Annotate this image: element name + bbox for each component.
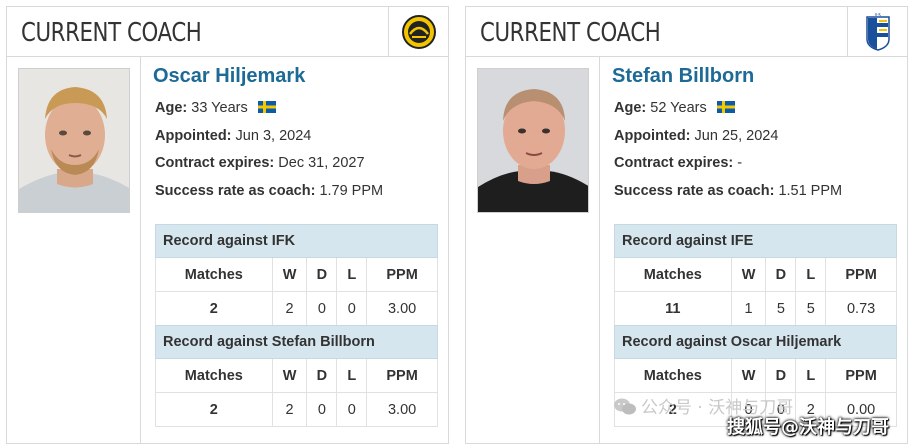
card-header: CURRENT COACH IFK <box>466 7 907 57</box>
record-section-title: Record against Stefan Billborn <box>155 325 438 359</box>
table-row: 2 2 0 0 3.00 <box>155 392 438 427</box>
coach-photo <box>18 68 130 213</box>
appointed-value: Jun 3, 2024 <box>235 128 312 144</box>
col-header-l: L <box>336 257 368 292</box>
col-header-w: W <box>271 257 308 292</box>
wins-cell: 2 <box>271 291 308 326</box>
age-label: Age: <box>614 100 647 116</box>
coach-success-rate: Success rate as coach: 1.79 PPM <box>155 183 383 199</box>
coach-appointed: Appointed: Jun 3, 2024 <box>155 128 311 144</box>
card-header: CURRENT COACH <box>7 7 448 57</box>
col-header-matches: Matches <box>155 257 273 292</box>
wins-cell: 1 <box>730 291 767 326</box>
col-header-l: L <box>795 257 827 292</box>
coach-card-right: CURRENT COACH IFK Stefan Billborn Age: 5… <box>465 6 908 444</box>
coach-name-link[interactable]: Oscar Hiljemark <box>153 65 305 88</box>
col-header-l: L <box>795 358 827 393</box>
sohu-watermark: 搜狐号@沃神与刀哥 <box>727 417 889 438</box>
success-label: Success rate as coach: <box>614 183 775 199</box>
matches-link[interactable]: 2 <box>155 291 273 326</box>
losses-cell: 0 <box>336 291 368 326</box>
coach-name-link[interactable]: Stefan Billborn <box>612 65 754 88</box>
col-header-ppm: PPM <box>366 358 438 393</box>
table-row: 2 2 0 0 3.00 <box>155 291 438 326</box>
photo-column <box>7 57 141 443</box>
svg-text:IFK: IFK <box>874 13 880 17</box>
coach-contract: Contract expires: Dec 31, 2027 <box>155 155 365 171</box>
coach-portrait-image <box>478 69 588 212</box>
losses-cell: 0 <box>336 392 368 427</box>
photo-column <box>466 57 600 443</box>
coach-photo <box>477 68 589 213</box>
club-logo-link[interactable] <box>388 7 448 57</box>
record-section-title: Record against Oscar Hiljemark <box>614 325 897 359</box>
coach-appointed: Appointed: Jun 25, 2024 <box>614 128 778 144</box>
elfsborg-crest-icon <box>401 15 436 49</box>
col-header-matches: Matches <box>155 358 273 393</box>
appointed-value: Jun 25, 2024 <box>694 128 779 144</box>
success-value: 1.51 PPM <box>778 183 843 199</box>
wechat-icon <box>614 398 636 415</box>
card-title: CURRENT COACH <box>480 18 661 48</box>
matches-link[interactable]: 2 <box>155 392 273 427</box>
draws-cell: 5 <box>765 291 797 326</box>
coach-age: Age: 33 Years <box>155 100 276 116</box>
sweden-flag-icon <box>716 101 735 113</box>
age-value: 52 Years <box>650 100 707 116</box>
record-section-title: Record against IFE <box>614 224 897 258</box>
club-logo-link[interactable]: IFK <box>847 7 907 57</box>
age-label: Age: <box>155 100 188 116</box>
contract-label: Contract expires: <box>155 155 275 171</box>
record-section-title: Record against IFK <box>155 224 438 258</box>
table-row: 11 1 5 5 0.73 <box>614 291 897 326</box>
appointed-label: Appointed: <box>155 128 232 144</box>
record-table-club: Record against IFK Matches W D L PPM 2 2… <box>155 224 438 326</box>
coach-age: Age: 52 Years <box>614 100 735 116</box>
card-title: CURRENT COACH <box>21 18 202 48</box>
col-header-ppm: PPM <box>366 257 438 292</box>
appointed-label: Appointed: <box>614 128 691 144</box>
record-table-coach: Record against Stefan Billborn Matches W… <box>155 325 438 427</box>
sweden-flag-icon <box>257 101 276 113</box>
coach-contract: Contract expires: - <box>614 155 742 171</box>
col-header-w: W <box>271 358 308 393</box>
losses-cell: 5 <box>795 291 827 326</box>
col-header-ppm: PPM <box>825 358 897 393</box>
success-label: Success rate as coach: <box>155 183 316 199</box>
col-header-ppm: PPM <box>825 257 897 292</box>
coach-card-left: CURRENT COACH Oscar Hiljemark Age: 33 Ye… <box>6 6 449 444</box>
coach-portrait-image <box>19 69 129 212</box>
col-header-d: D <box>306 257 338 292</box>
col-header-matches: Matches <box>614 358 732 393</box>
ifk-goteborg-crest-icon: IFK <box>865 13 890 51</box>
col-header-w: W <box>730 257 767 292</box>
record-table-club: Record against IFE Matches W D L PPM 11 … <box>614 224 897 326</box>
wins-cell: 2 <box>271 392 308 427</box>
col-header-d: D <box>765 358 797 393</box>
col-header-matches: Matches <box>614 257 732 292</box>
draws-cell: 0 <box>306 392 338 427</box>
ppm-cell: 0.73 <box>825 291 897 326</box>
matches-link[interactable]: 11 <box>614 291 732 326</box>
success-value: 1.79 PPM <box>319 183 384 199</box>
contract-value: - <box>737 155 743 171</box>
ppm-cell: 3.00 <box>366 291 438 326</box>
contract-label: Contract expires: <box>614 155 734 171</box>
col-header-w: W <box>730 358 767 393</box>
col-header-d: D <box>306 358 338 393</box>
ppm-cell: 3.00 <box>366 392 438 427</box>
age-value: 33 Years <box>191 100 248 116</box>
draws-cell: 0 <box>306 291 338 326</box>
col-header-l: L <box>336 358 368 393</box>
coach-success-rate: Success rate as coach: 1.51 PPM <box>614 183 842 199</box>
col-header-d: D <box>765 257 797 292</box>
contract-value: Dec 31, 2027 <box>278 155 365 171</box>
